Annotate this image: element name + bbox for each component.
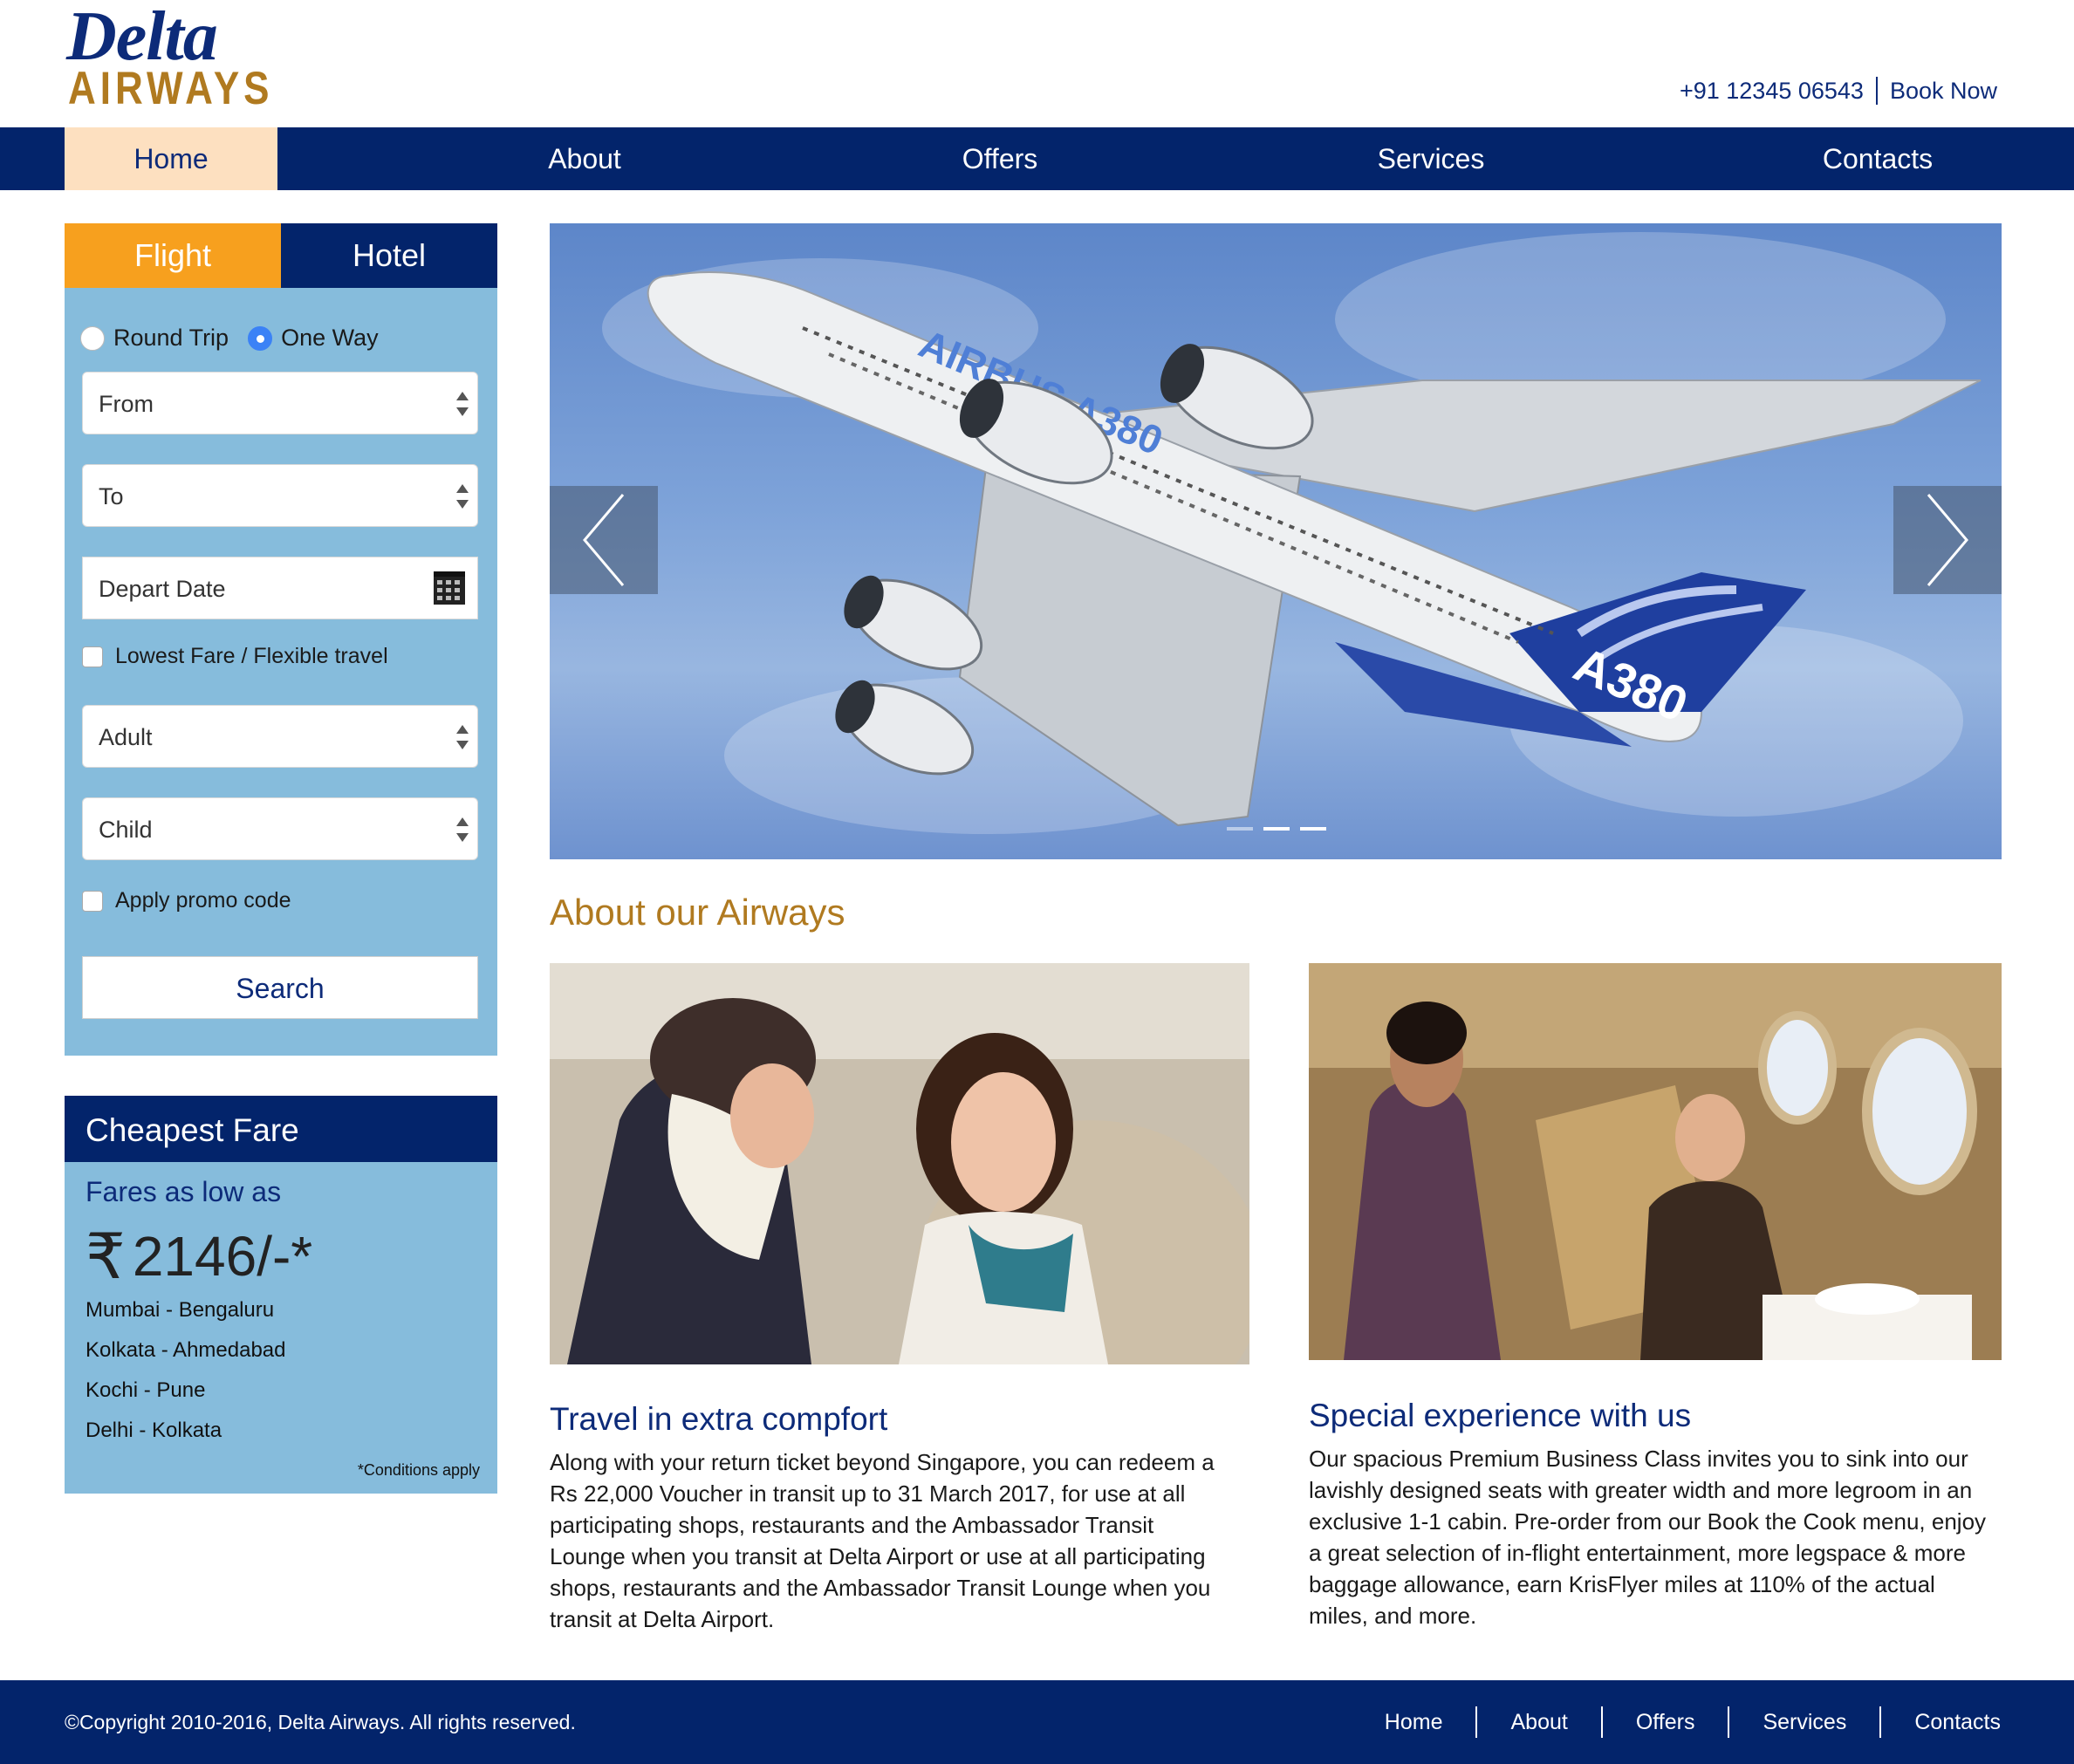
calendar-icon[interactable] [434,571,465,605]
nav-services[interactable]: Services [1344,127,1518,190]
lowest-fare-label[interactable]: Lowest Fare / Flexible travel [115,644,388,669]
text-line: transit at Delta Airport. [550,1606,775,1632]
header-divider [1875,77,1878,105]
phone-link[interactable]: +91 12345 06543 [1680,78,1864,105]
chevron-left-icon [583,494,625,586]
text-line: a great selection of in-flight entertain… [1309,1540,1966,1566]
promo-checkbox[interactable] [82,890,103,912]
logo-name-line2: AIRWAYS [68,63,274,114]
text-line: Rs 22,000 Voucher in transit up to 31 Ma… [550,1480,1186,1507]
column-text-experience: Our spacious Premium Business Class invi… [1309,1443,1986,1631]
text-line: Lounge when you transit at Delta Airport… [550,1543,1206,1569]
main-nav: Home About Offers Services Contacts [0,127,2074,190]
carousel-dot[interactable] [1300,827,1326,831]
booking-tabs: Flight Hotel [65,223,497,288]
fare-route[interactable]: Mumbai - Bengaluru [86,1298,274,1323]
cheapest-fare-box: Cheapest Fare Fares as low as ₹ 2146/-* … [65,1096,497,1494]
fare-route[interactable]: Kochi - Pune [86,1378,205,1403]
hero-carousel[interactable]: AIRBUS A380 A380 [550,223,2002,859]
nav-contacts[interactable]: Contacts [1790,127,1965,190]
footer-link-contacts[interactable]: Contacts [1881,1710,2001,1735]
child-select-value: Child [99,817,153,843]
column-title-comfort: Travel in extra compfort [550,1401,888,1437]
footer-link-offers[interactable]: Offers [1603,1710,1728,1735]
text-line: Along with your return ticket beyond Sin… [550,1449,1215,1475]
select-arrows-icon [456,725,469,749]
text-line: lavishly designed seats with greater wid… [1309,1477,1973,1503]
text-line: Our spacious Premium Business Class invi… [1309,1446,1968,1472]
carousel-prev-button[interactable] [550,486,658,594]
search-button[interactable]: Search [82,956,478,1019]
nav-about[interactable]: About [497,127,672,190]
rupee-icon: ₹ [86,1222,126,1292]
trip-type-group: Round Trip One Way [80,325,379,352]
logo-name-line1: Delta [66,0,218,75]
promo-label[interactable]: Apply promo code [115,888,291,913]
footer-link-services[interactable]: Services [1729,1710,1879,1735]
carousel-dot[interactable] [1227,827,1253,831]
fare-price-value: 2146/-* [132,1225,313,1288]
select-arrows-icon [456,392,469,416]
tab-hotel[interactable]: Hotel [281,223,497,288]
footer: ©Copyright 2010-2016, Delta Airways. All… [0,1680,2074,1764]
carousel-indicators [1227,827,1326,831]
copyright-text: ©Copyright 2010-2016, Delta Airways. All… [65,1711,576,1733]
tab-flight[interactable]: Flight [65,223,281,288]
fare-price: ₹ 2146/-* [86,1220,312,1293]
brand-logo[interactable]: Delta AIRWAYS [66,0,270,112]
from-select[interactable]: From [82,372,478,434]
fare-route[interactable]: Kolkata - Ahmedabad [86,1338,286,1363]
promo-option: Apply promo code [82,888,291,913]
adult-select[interactable]: Adult [82,705,478,768]
column-title-experience: Special experience with us [1309,1398,1692,1433]
round-trip-label[interactable]: Round Trip [113,325,229,352]
carousel-dot[interactable] [1263,827,1290,831]
lowest-fare-checkbox[interactable] [82,646,103,667]
depart-date-input[interactable]: Depart Date [82,557,478,619]
to-select-value: To [99,483,124,509]
select-arrows-icon [456,817,469,842]
to-select[interactable]: To [82,464,478,527]
cabin-crew-photo [550,963,1249,1364]
booking-panel: Flight Hotel Round Trip One Way From To … [65,223,497,1056]
text-line: participating shops, restaurants and the… [550,1512,1154,1538]
footer-link-about[interactable]: About [1477,1710,1600,1735]
fare-low-label: Fares as low as [86,1176,282,1207]
fare-title: Cheapest Fare [65,1096,497,1162]
depart-date-placeholder: Depart Date [99,576,226,602]
airplane-image: AIRBUS A380 A380 [647,271,1982,827]
from-select-value: From [99,391,154,417]
fare-route[interactable]: Delhi - Kolkata [86,1419,222,1443]
footer-links: Home About Offers Services Contacts [1352,1680,2001,1764]
adult-select-value: Adult [99,724,153,750]
text-line: shops, restaurants and the Ambassador Tr… [550,1575,1211,1601]
nav-home[interactable]: Home [65,127,277,190]
footer-link-home[interactable]: Home [1352,1710,1476,1735]
business-class-photo [1309,963,2002,1360]
conditions-note: *Conditions apply [357,1461,480,1479]
nav-offers[interactable]: Offers [913,127,1087,190]
about-title: About our Airways [550,892,845,933]
column-text-comfort: Along with your return ticket beyond Sin… [550,1446,1215,1635]
text-line: baggage allowance, earn KrisFlyer miles … [1309,1571,1935,1597]
round-trip-radio[interactable] [80,325,105,351]
one-way-radio[interactable] [248,325,273,351]
header-links: +91 12345 06543 Book Now [1680,77,1997,105]
one-way-label[interactable]: One Way [281,325,379,352]
lowest-fare-option: Lowest Fare / Flexible travel [82,644,388,669]
carousel-next-button[interactable] [1893,486,2002,594]
text-line: miles, and more. [1309,1603,1477,1629]
chevron-right-icon [1927,494,1968,586]
book-now-link[interactable]: Book Now [1890,78,1997,105]
child-select[interactable]: Child [82,797,478,860]
text-line: exclusive 1-1 cabin. Pre-order from our … [1309,1508,1987,1535]
select-arrows-icon [456,484,469,509]
